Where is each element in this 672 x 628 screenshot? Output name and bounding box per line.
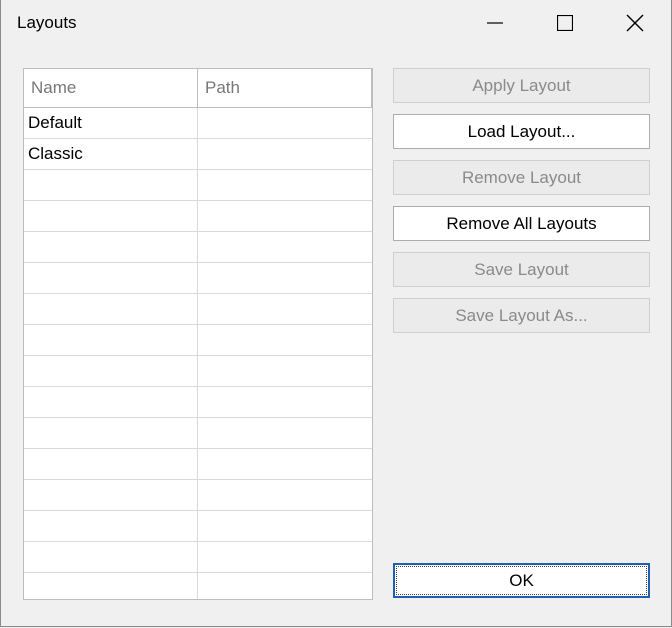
- table-row[interactable]: [24, 356, 372, 387]
- cell-path: [198, 232, 372, 262]
- table-row[interactable]: [24, 294, 372, 325]
- cell-path: [198, 325, 372, 355]
- maximize-button[interactable]: [530, 0, 600, 46]
- cell-path: [198, 201, 372, 231]
- table-row[interactable]: [24, 387, 372, 418]
- table-row[interactable]: [24, 573, 372, 599]
- table-row[interactable]: [24, 201, 372, 232]
- cell-name: [24, 387, 198, 417]
- cell-path: [198, 511, 372, 541]
- cell-name: [24, 418, 198, 448]
- table-row[interactable]: [24, 542, 372, 573]
- table-row[interactable]: Classic: [24, 139, 372, 170]
- column-header-name[interactable]: Name: [24, 69, 198, 107]
- remove-all-layouts-button[interactable]: Remove All Layouts: [393, 206, 650, 241]
- cell-name: [24, 325, 198, 355]
- save-layout-button[interactable]: Save Layout: [393, 252, 650, 287]
- apply-layout-button[interactable]: Apply Layout: [393, 68, 650, 103]
- maximize-icon: [557, 15, 573, 31]
- cell-name: Default: [24, 108, 198, 138]
- cell-name: Classic: [24, 139, 198, 169]
- minimize-button[interactable]: [460, 0, 530, 46]
- title-bar: Layouts: [1, 0, 671, 46]
- cell-name: [24, 201, 198, 231]
- table-header: Name Path: [24, 69, 372, 108]
- remove-layout-button[interactable]: Remove Layout: [393, 160, 650, 195]
- table-row[interactable]: [24, 449, 372, 480]
- cell-name: [24, 542, 198, 572]
- cell-name: [24, 480, 198, 510]
- table-row[interactable]: [24, 170, 372, 201]
- cell-path: [198, 263, 372, 293]
- cell-name: [24, 263, 198, 293]
- cell-path: [198, 449, 372, 479]
- layouts-dialog: Layouts Name Path Default Classic Apply L…: [0, 0, 672, 627]
- cell-path: [198, 480, 372, 510]
- cell-path: [198, 294, 372, 324]
- close-button[interactable]: [600, 0, 670, 46]
- minimize-icon: [487, 22, 503, 24]
- cell-path: [198, 356, 372, 386]
- cell-path: [198, 387, 372, 417]
- cell-name: [24, 573, 198, 599]
- table-row[interactable]: Default: [24, 108, 372, 139]
- cell-name: [24, 449, 198, 479]
- cell-name: [24, 294, 198, 324]
- load-layout-button[interactable]: Load Layout...: [393, 114, 650, 149]
- save-layout-as-button[interactable]: Save Layout As...: [393, 298, 650, 333]
- cell-path: [198, 573, 372, 599]
- table-row[interactable]: [24, 232, 372, 263]
- cell-name: [24, 232, 198, 262]
- table-row[interactable]: [24, 480, 372, 511]
- table-row[interactable]: [24, 511, 372, 542]
- ok-button[interactable]: OK: [393, 563, 650, 598]
- layouts-table[interactable]: Name Path Default Classic: [23, 68, 373, 600]
- close-icon: [626, 14, 644, 32]
- table-row[interactable]: [24, 418, 372, 449]
- window-title: Layouts: [17, 13, 77, 32]
- cell-name: [24, 511, 198, 541]
- table-body: Default Classic: [24, 108, 372, 599]
- table-row[interactable]: [24, 263, 372, 294]
- cell-name: [24, 170, 198, 200]
- column-header-path[interactable]: Path: [198, 69, 372, 107]
- cell-path: [198, 418, 372, 448]
- cell-path: [198, 108, 372, 138]
- cell-path: [198, 139, 372, 169]
- table-row[interactable]: [24, 325, 372, 356]
- cell-path: [198, 542, 372, 572]
- cell-name: [24, 356, 198, 386]
- cell-path: [198, 170, 372, 200]
